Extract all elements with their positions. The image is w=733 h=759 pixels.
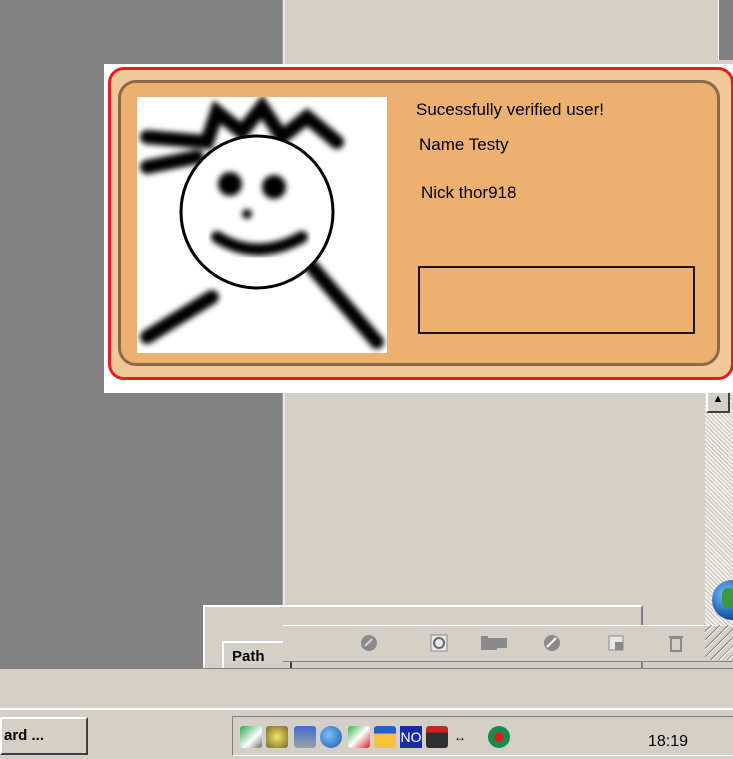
- user-nick-label: Nick thor918: [421, 183, 517, 202]
- stroke-path-icon[interactable]: [428, 632, 450, 654]
- delete-path-icon[interactable]: [665, 632, 687, 654]
- taskbar-button[interactable]: ard ...: [0, 717, 88, 755]
- window-icon[interactable]: [374, 726, 396, 748]
- tool-icon[interactable]: [348, 726, 370, 748]
- taskbar-clock[interactable]: 18:19: [648, 733, 688, 751]
- info-box: [418, 266, 695, 334]
- computer-icon[interactable]: [294, 726, 316, 748]
- globe-tray-icon[interactable]: [320, 726, 342, 748]
- new-layer-icon[interactable]: [605, 632, 627, 654]
- volume-icon[interactable]: [266, 726, 288, 748]
- verification-status: Sucessfully verified user!: [416, 100, 605, 119]
- window-right-edge: [718, 0, 733, 60]
- new-path-icon[interactable]: [541, 632, 563, 654]
- no-icon[interactable]: NO: [400, 726, 422, 748]
- make-work-path-icon[interactable]: [491, 632, 513, 654]
- panel-toolbar: [283, 625, 733, 662]
- film-icon[interactable]: [426, 726, 448, 748]
- user-name-label: Name Testy: [419, 135, 509, 154]
- arrows-icon[interactable]: ↔: [454, 726, 484, 748]
- user-photo: [137, 97, 387, 353]
- security-icon[interactable]: [488, 726, 510, 748]
- fill-path-icon[interactable]: [358, 632, 380, 654]
- status-bar-area: [0, 668, 733, 709]
- tab-path[interactable]: Path: [222, 641, 292, 671]
- network-icon[interactable]: [240, 726, 262, 748]
- resize-grip[interactable]: [705, 625, 733, 660]
